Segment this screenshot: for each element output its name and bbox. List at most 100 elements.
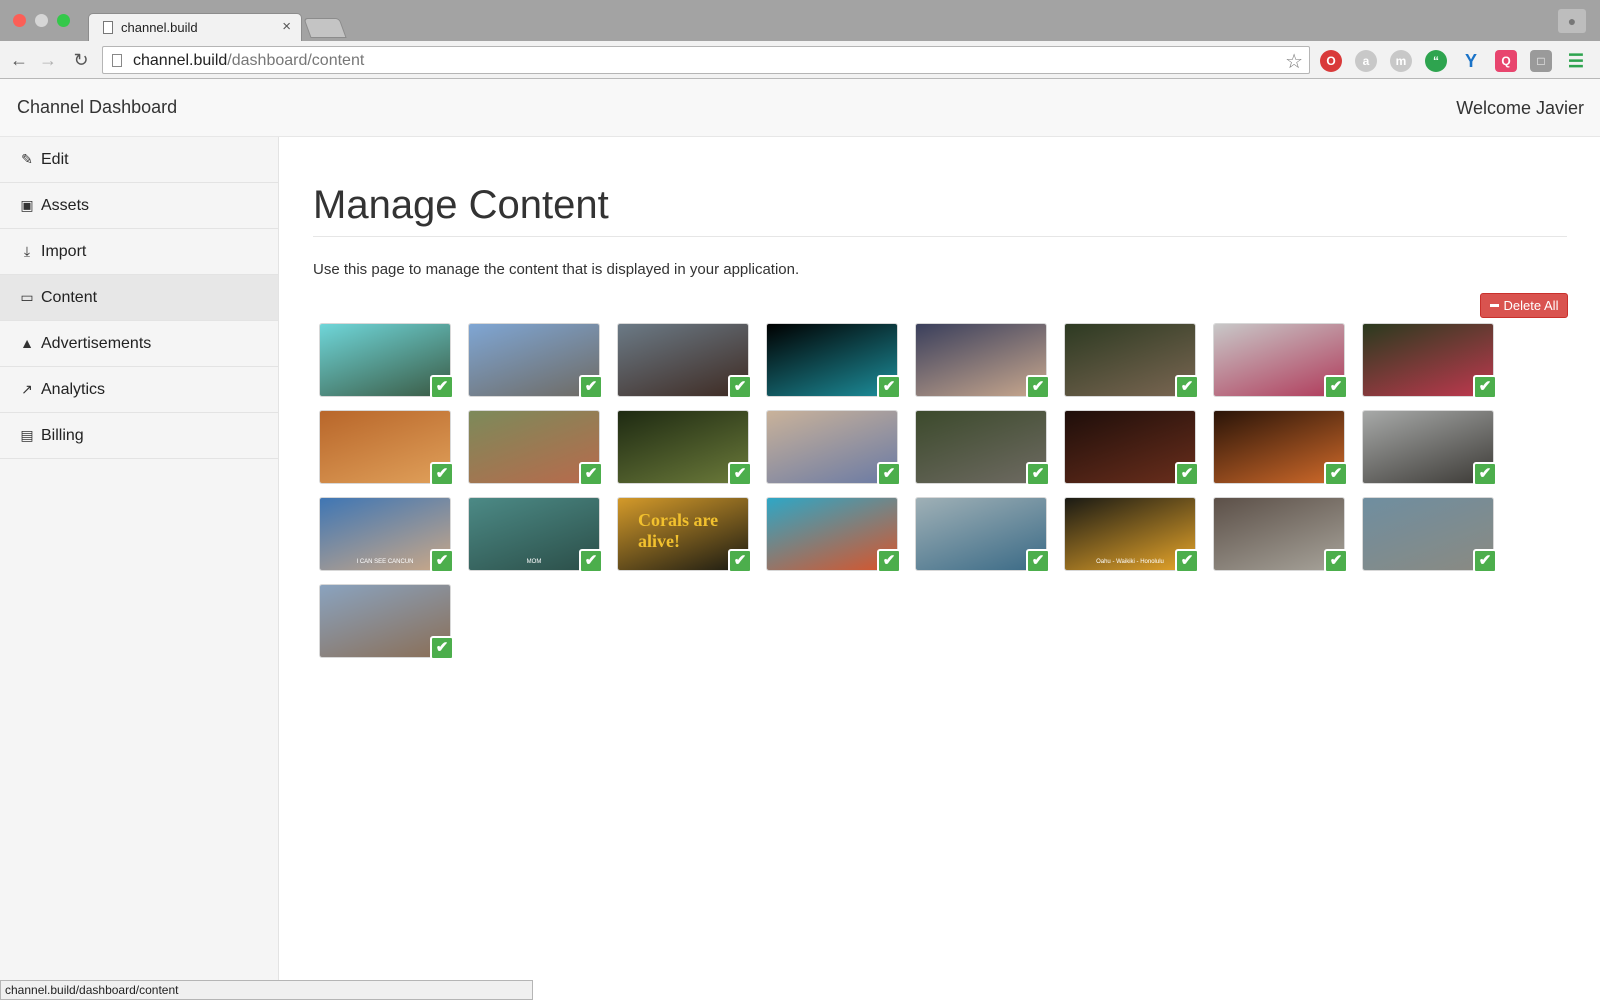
content-thumbnail[interactable]: ✔ [1213, 410, 1348, 486]
window-minimize-button[interactable] [35, 14, 48, 27]
status-bar-url: channel.build/dashboard/content [0, 980, 533, 1000]
content-thumbnail[interactable]: ✔ [468, 323, 603, 399]
sidebar-item-import[interactable]: ⤓ Import [0, 229, 278, 275]
content-thumbnail[interactable]: ✔ [1213, 323, 1348, 399]
content-thumbnail[interactable]: ✔ [319, 584, 454, 660]
url-text: channel.build/dashboard/content [133, 52, 364, 70]
window-maximize-button[interactable] [57, 14, 70, 27]
content-thumbnail[interactable]: ✔ [1064, 323, 1199, 399]
sidebar-item-label: Import [41, 243, 87, 260]
delete-all-label: Delete All [1503, 298, 1559, 313]
menu-icon[interactable]: ☰ [1565, 50, 1587, 72]
sidebar-item-advertisements[interactable]: ▲ Advertisements [0, 321, 278, 367]
selected-check-icon[interactable]: ✔ [1175, 375, 1199, 399]
selected-check-icon[interactable]: ✔ [430, 549, 454, 573]
brand-link[interactable]: Channel Dashboard [17, 97, 177, 118]
url-host: channel.build [133, 52, 228, 69]
content-thumbnail[interactable]: ✔ [915, 497, 1050, 573]
address-bar[interactable]: channel.build/dashboard/content ☆ [102, 46, 1310, 74]
selected-check-icon[interactable]: ✔ [877, 462, 901, 486]
sidebar-item-billing[interactable]: ▤ Billing [0, 413, 278, 459]
content-thumbnail[interactable]: ✔ [319, 323, 454, 399]
selected-check-icon[interactable]: ✔ [1324, 375, 1348, 399]
selected-check-icon[interactable]: ✔ [579, 375, 603, 399]
content-thumbnail[interactable]: Corals are alive! ✔ [617, 497, 752, 573]
content-thumbnail[interactable]: ✔ [915, 323, 1050, 399]
window-close-button[interactable] [13, 14, 26, 27]
sidebar-item-analytics[interactable]: ↗ Analytics [0, 367, 278, 413]
download-icon: ⤓ [23, 243, 31, 259]
content-thumbnail[interactable]: ✔ [1362, 410, 1497, 486]
selected-check-icon[interactable]: ✔ [728, 549, 752, 573]
selected-check-icon[interactable]: ✔ [579, 462, 603, 486]
title-divider [313, 236, 1567, 237]
q-extension-icon[interactable]: Q [1495, 50, 1517, 72]
content-thumbnail[interactable]: Oahu - Waikiki - Honolulu ✔ [1064, 497, 1199, 573]
y-extension-icon[interactable]: Y [1460, 50, 1482, 72]
selected-check-icon[interactable]: ✔ [1324, 549, 1348, 573]
forward-arrow-icon[interactable]: → [37, 49, 59, 71]
content-thumbnail[interactable]: ✔ [1362, 497, 1497, 573]
selected-check-icon[interactable]: ✔ [728, 375, 752, 399]
content-thumbnail[interactable]: ✔ [319, 410, 454, 486]
selected-check-icon[interactable]: ✔ [1473, 462, 1497, 486]
opera-extension-icon[interactable]: O [1320, 50, 1342, 72]
selected-check-icon[interactable]: ✔ [430, 462, 454, 486]
content-thumbnail[interactable]: ✔ [468, 410, 603, 486]
pocket-extension-icon[interactable]: □ [1530, 50, 1552, 72]
browser-toolbar: ← → ↻ channel.build/dashboard/content ☆ … [0, 41, 1600, 79]
selected-check-icon[interactable]: ✔ [728, 462, 752, 486]
m-extension-icon[interactable]: m [1390, 50, 1412, 72]
content-thumbnail[interactable]: ✔ [915, 410, 1050, 486]
new-tab-button[interactable] [303, 18, 347, 38]
content-thumbnail[interactable]: ✔ [617, 323, 752, 399]
content-thumbnail[interactable]: ✔ [617, 410, 752, 486]
bookmark-star-icon[interactable]: ☆ [1285, 49, 1303, 74]
selected-check-icon[interactable]: ✔ [579, 549, 603, 573]
sidebar-item-label: Analytics [41, 381, 106, 398]
selected-check-icon[interactable]: ✔ [1026, 375, 1050, 399]
minus-icon [1489, 304, 1499, 308]
page-icon [112, 54, 122, 67]
content-thumbnail[interactable]: ✔ [766, 323, 901, 399]
sidebar-item-label: Assets [41, 197, 90, 214]
sidebar-item-label: Content [41, 289, 98, 306]
delete-all-button[interactable]: Delete All [1480, 293, 1568, 318]
selected-check-icon[interactable]: ✔ [877, 375, 901, 399]
browser-tab-bar: channel.build × ● [0, 0, 1600, 41]
welcome-user-text[interactable]: Welcome Javier [1456, 98, 1584, 119]
bullhorn-icon: ▲ [20, 335, 34, 351]
selected-check-icon[interactable]: ✔ [877, 549, 901, 573]
content-thumbnail[interactable]: I CAN SEE CANCUN ✔ [319, 497, 454, 573]
back-arrow-icon[interactable]: ← [8, 49, 30, 71]
sidebar-item-assets[interactable]: ▣ Assets [0, 183, 278, 229]
content-thumbnail[interactable]: MOM ✔ [468, 497, 603, 573]
content-thumbnail[interactable]: ✔ [1362, 323, 1497, 399]
browser-tab[interactable]: channel.build × [88, 13, 302, 41]
selected-check-icon[interactable]: ✔ [1026, 549, 1050, 573]
content-thumbnail[interactable]: ✔ [766, 497, 901, 573]
selected-check-icon[interactable]: ✔ [1026, 462, 1050, 486]
cast-extension-icon[interactable]: a [1355, 50, 1377, 72]
desktop-icon: ▭ [20, 289, 34, 305]
content-thumbnail[interactable]: ✔ [1213, 497, 1348, 573]
profile-icon[interactable]: ● [1558, 9, 1586, 33]
url-path: /dashboard/content [227, 52, 365, 69]
selected-check-icon[interactable]: ✔ [430, 636, 454, 660]
selected-check-icon[interactable]: ✔ [1473, 549, 1497, 573]
selected-check-icon[interactable]: ✔ [1175, 549, 1199, 573]
sidebar-item-edit[interactable]: ✎ Edit [0, 137, 278, 183]
selected-check-icon[interactable]: ✔ [1175, 462, 1199, 486]
reload-icon[interactable]: ↻ [70, 49, 92, 71]
selected-check-icon[interactable]: ✔ [1473, 375, 1497, 399]
hangouts-extension-icon[interactable]: “ [1425, 50, 1447, 72]
close-tab-icon[interactable]: × [282, 18, 291, 35]
selected-check-icon[interactable]: ✔ [430, 375, 454, 399]
main-content: Manage Content Use this page to manage t… [279, 137, 1600, 980]
selected-check-icon[interactable]: ✔ [1324, 462, 1348, 486]
content-thumbnail[interactable]: ✔ [1064, 410, 1199, 486]
sidebar-item-content[interactable]: ▭ Content [0, 275, 278, 321]
tab-title: channel.build [121, 20, 198, 35]
content-thumbnail[interactable]: ✔ [766, 410, 901, 486]
page-description: Use this page to manage the content that… [313, 261, 800, 278]
